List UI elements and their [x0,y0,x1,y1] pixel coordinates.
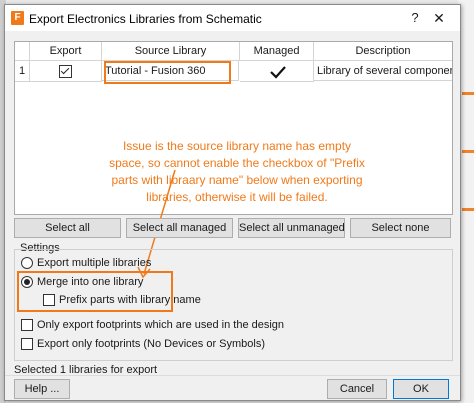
description-cell: Library of several components ... [314,61,452,81]
background-accent-line [462,92,474,95]
only-used-footprints-label: Only export footprints which are used in… [37,319,285,331]
background-accent-line [462,150,474,153]
help-button[interactable]: Help ... [14,379,70,399]
issue-annotation: Issue is the source library name has emp… [109,139,365,204]
only-footprints-label: Export only footprints (No Devices or Sy… [37,338,266,350]
select-all-unmanaged-button[interactable]: Select all unmanaged [238,218,345,238]
column-header-description[interactable]: Description [314,42,452,61]
column-header-export[interactable]: Export [30,42,102,61]
only-used-footprints-option[interactable]: Only export footprints which are used in… [21,319,285,332]
select-none-button[interactable]: Select none [350,218,451,238]
only-used-footprints-checkbox[interactable] [21,319,33,332]
ok-button[interactable]: OK [393,379,449,399]
row-index-header [15,42,30,61]
close-icon[interactable]: ✕ [429,9,449,27]
divider [5,375,460,376]
only-footprints-option[interactable]: Export only footprints (No Devices or Sy… [21,338,266,351]
row-index: 1 [15,61,30,82]
title-bar: F Export Electronics Libraries from Sche… [5,5,460,31]
background-accent-line [462,208,474,211]
source-library-highlight [104,61,231,84]
export-cell [30,61,102,82]
select-all-button[interactable]: Select all [14,218,121,238]
only-footprints-checkbox[interactable] [21,338,33,351]
library-table: Export Source Library Managed Descriptio… [14,41,453,215]
fusion-app-icon: F [11,11,24,25]
help-icon[interactable]: ? [407,10,423,26]
column-header-managed[interactable]: Managed [240,42,314,61]
export-multiple-option[interactable]: Export multiple libraries [21,257,152,270]
export-checkbox[interactable] [59,64,72,78]
managed-cell [240,61,314,82]
select-all-managed-button[interactable]: Select all managed [126,218,233,238]
export-libraries-dialog: F Export Electronics Libraries from Sche… [4,4,461,401]
column-header-source-library[interactable]: Source Library [102,42,240,61]
dialog-title: Export Electronics Libraries from Schema… [29,12,262,26]
export-multiple-radio[interactable] [21,257,33,270]
managed-check-icon [270,66,286,79]
export-multiple-label: Export multiple libraries [37,257,152,269]
settings-highlight [17,271,173,312]
cancel-button[interactable]: Cancel [327,379,387,399]
